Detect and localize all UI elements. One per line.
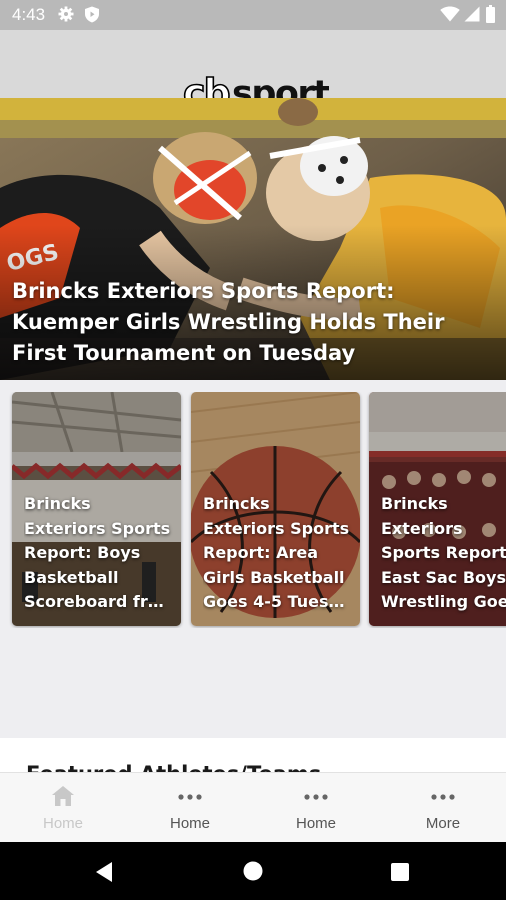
status-bar: 4:43 — [0, 0, 506, 30]
story-card[interactable]: Brincks Exteriors Sports Report: Boys Ba… — [12, 392, 181, 626]
status-time: 4:43 — [12, 5, 46, 24]
bottom-tab-bar: Home Home Home More — [0, 772, 506, 842]
tab-home-3[interactable]: Home — [253, 773, 379, 843]
card-title: Brincks Exteriors Sports Report: Area Gi… — [203, 494, 350, 611]
story-card[interactable]: Brincks Exteriors Sports Report: East Sa… — [369, 392, 506, 626]
signal-icon — [464, 6, 480, 22]
app-header: cb sports carroll broadcasting western i… — [0, 30, 506, 117]
tab-home[interactable]: Home — [0, 773, 126, 843]
back-icon[interactable] — [94, 861, 114, 883]
home-icon — [52, 786, 74, 806]
hero-story[interactable]: OGS Brincks Exteriors Sports Report: Kue… — [0, 98, 506, 380]
tab-more[interactable]: More — [380, 773, 506, 843]
more-dots-icon — [178, 794, 202, 800]
more-dots-icon — [304, 794, 328, 800]
card-title: Brincks Exteriors Sports Report: East Sa… — [381, 494, 506, 611]
tab-label: More — [425, 815, 461, 832]
tab-home-2[interactable]: Home — [127, 773, 253, 843]
story-card[interactable]: Brincks Exteriors Sports Report: Area Gi… — [191, 392, 360, 626]
hero-title: Brincks Exteriors Sports Report: Kuemper… — [12, 279, 445, 365]
story-carousel[interactable]: Brincks Exteriors Sports Report: Boys Ba… — [0, 392, 506, 628]
more-dots-icon — [431, 794, 455, 800]
shield-icon — [85, 6, 99, 23]
recents-icon[interactable] — [391, 863, 409, 881]
wifi-icon — [440, 6, 460, 22]
tab-label: Home — [295, 815, 336, 832]
card-title: Brincks Exteriors Sports Report: Boys Ba… — [24, 494, 171, 611]
battery-icon — [486, 5, 495, 23]
tab-label: Home — [42, 815, 83, 832]
home-circle-icon[interactable] — [243, 861, 263, 881]
tab-label: Home — [169, 815, 210, 832]
system-nav-bar — [0, 842, 506, 900]
gear-icon — [58, 6, 74, 22]
